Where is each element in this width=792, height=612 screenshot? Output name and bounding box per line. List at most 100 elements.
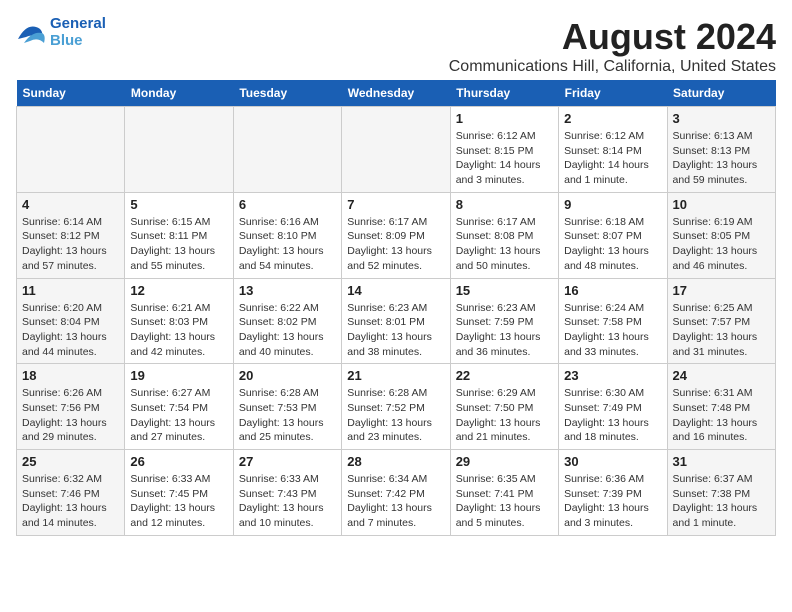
calendar-day-cell: 10 Sunrise: 6:19 AM Sunset: 8:05 PM Dayli… — [667, 192, 775, 278]
calendar-day-cell: 3Sunrise: 6:13 AM Sunset: 8:13 PM Daylig… — [667, 107, 775, 193]
day-info: Sunrise: 6:20 AM Sunset: 8:04 PM Dayligh… — [22, 301, 119, 360]
day-info: Sunrise: 6:28 AM Sunset: 7:52 PM Dayligh… — [347, 386, 444, 445]
day-number: 17 — [673, 283, 770, 298]
day-number: 15 — [456, 283, 553, 298]
day-info: Sunrise: 6:15 AM Sunset: 8:11 PM Dayligh… — [130, 215, 227, 274]
logo-text: General Blue — [50, 16, 106, 49]
calendar-day-header: Monday — [125, 80, 233, 107]
calendar-day-cell: 27 Sunrise: 6:33 AM Sunset: 7:43 PM Dayli… — [233, 450, 341, 536]
calendar-day-cell: 8 Sunrise: 6:17 AM Sunset: 8:08 PM Daylig… — [450, 192, 558, 278]
calendar-title: August 2024 — [16, 16, 776, 58]
calendar-day-cell: 22 Sunrise: 6:29 AM Sunset: 7:50 PM Dayli… — [450, 364, 558, 450]
day-info: Sunrise: 6:35 AM Sunset: 7:41 PM Dayligh… — [456, 472, 553, 531]
logo-icon — [16, 19, 46, 47]
calendar-day-cell: 18Sunrise: 6:26 AM Sunset: 7:56 PM Dayli… — [17, 364, 125, 450]
day-info: Sunrise: 6:36 AM Sunset: 7:39 PM Dayligh… — [564, 472, 661, 531]
calendar-week-row: 18Sunrise: 6:26 AM Sunset: 7:56 PM Dayli… — [17, 364, 776, 450]
calendar-day-cell: 5 Sunrise: 6:15 AM Sunset: 8:11 PM Daylig… — [125, 192, 233, 278]
calendar-week-row: 1 Sunrise: 6:12 AM Sunset: 8:15 PM Daylig… — [17, 107, 776, 193]
day-number: 9 — [564, 197, 661, 212]
day-number: 22 — [456, 368, 553, 383]
day-number: 18 — [22, 368, 119, 383]
day-info: Sunrise: 6:25 AM Sunset: 7:57 PM Dayligh… — [673, 301, 770, 360]
calendar-day-cell: 19 Sunrise: 6:27 AM Sunset: 7:54 PM Dayli… — [125, 364, 233, 450]
calendar-day-header: Saturday — [667, 80, 775, 107]
day-number: 29 — [456, 454, 553, 469]
calendar-day-cell — [17, 107, 125, 193]
calendar-day-cell: 13 Sunrise: 6:22 AM Sunset: 8:02 PM Dayli… — [233, 278, 341, 364]
calendar-day-cell: 15 Sunrise: 6:23 AM Sunset: 7:59 PM Dayli… — [450, 278, 558, 364]
day-number: 8 — [456, 197, 553, 212]
calendar-day-cell: 6 Sunrise: 6:16 AM Sunset: 8:10 PM Daylig… — [233, 192, 341, 278]
calendar-day-cell: 2Sunrise: 6:12 AM Sunset: 8:14 PM Daylig… — [559, 107, 667, 193]
day-info: Sunrise: 6:23 AM Sunset: 7:59 PM Dayligh… — [456, 301, 553, 360]
day-number: 11 — [22, 283, 119, 298]
day-info: Sunrise: 6:21 AM Sunset: 8:03 PM Dayligh… — [130, 301, 227, 360]
day-number: 20 — [239, 368, 336, 383]
day-info: Sunrise: 6:34 AM Sunset: 7:42 PM Dayligh… — [347, 472, 444, 531]
day-number: 5 — [130, 197, 227, 212]
calendar-day-cell — [342, 107, 450, 193]
day-info: Sunrise: 6:24 AM Sunset: 7:58 PM Dayligh… — [564, 301, 661, 360]
day-number: 23 — [564, 368, 661, 383]
day-number: 27 — [239, 454, 336, 469]
day-info: Sunrise: 6:18 AM Sunset: 8:07 PM Dayligh… — [564, 215, 661, 274]
calendar-day-cell: 12 Sunrise: 6:21 AM Sunset: 8:03 PM Dayli… — [125, 278, 233, 364]
day-number: 25 — [22, 454, 119, 469]
day-info: Sunrise: 6:16 AM Sunset: 8:10 PM Dayligh… — [239, 215, 336, 274]
day-number: 19 — [130, 368, 227, 383]
day-info: Sunrise: 6:19 AM Sunset: 8:05 PM Dayligh… — [673, 215, 770, 274]
calendar-day-cell: 14Sunrise: 6:23 AM Sunset: 8:01 PM Dayli… — [342, 278, 450, 364]
day-number: 28 — [347, 454, 444, 469]
day-number: 1 — [456, 111, 553, 126]
day-info: Sunrise: 6:12 AM Sunset: 8:15 PM Dayligh… — [456, 129, 553, 188]
page-header: August 2024 Communications Hill, Califor… — [16, 16, 776, 76]
calendar-header-row: SundayMondayTuesdayWednesdayThursdayFrid… — [17, 80, 776, 107]
day-number: 24 — [673, 368, 770, 383]
calendar-day-cell: 9 Sunrise: 6:18 AM Sunset: 8:07 PM Daylig… — [559, 192, 667, 278]
day-number: 21 — [347, 368, 444, 383]
day-info: Sunrise: 6:14 AM Sunset: 8:12 PM Dayligh… — [22, 215, 119, 274]
calendar-day-header: Thursday — [450, 80, 558, 107]
day-info: Sunrise: 6:31 AM Sunset: 7:48 PM Dayligh… — [673, 386, 770, 445]
calendar-week-row: 11 Sunrise: 6:20 AM Sunset: 8:04 PM Dayli… — [17, 278, 776, 364]
calendar-day-cell: 16 Sunrise: 6:24 AM Sunset: 7:58 PM Dayli… — [559, 278, 667, 364]
day-info: Sunrise: 6:33 AM Sunset: 7:43 PM Dayligh… — [239, 472, 336, 531]
calendar-day-cell: 7 Sunrise: 6:17 AM Sunset: 8:09 PM Daylig… — [342, 192, 450, 278]
calendar-day-cell: 23 Sunrise: 6:30 AM Sunset: 7:49 PM Dayli… — [559, 364, 667, 450]
calendar-day-cell: 20Sunrise: 6:28 AM Sunset: 7:53 PM Dayli… — [233, 364, 341, 450]
calendar-day-header: Tuesday — [233, 80, 341, 107]
day-info: Sunrise: 6:23 AM Sunset: 8:01 PM Dayligh… — [347, 301, 444, 360]
day-info: Sunrise: 6:27 AM Sunset: 7:54 PM Dayligh… — [130, 386, 227, 445]
day-info: Sunrise: 6:29 AM Sunset: 7:50 PM Dayligh… — [456, 386, 553, 445]
day-number: 30 — [564, 454, 661, 469]
calendar-day-cell: 31 Sunrise: 6:37 AM Sunset: 7:38 PM Dayli… — [667, 450, 775, 536]
day-info: Sunrise: 6:32 AM Sunset: 7:46 PM Dayligh… — [22, 472, 119, 531]
day-number: 16 — [564, 283, 661, 298]
calendar-day-cell: 29 Sunrise: 6:35 AM Sunset: 7:41 PM Dayli… — [450, 450, 558, 536]
day-number: 12 — [130, 283, 227, 298]
day-number: 6 — [239, 197, 336, 212]
day-info: Sunrise: 6:30 AM Sunset: 7:49 PM Dayligh… — [564, 386, 661, 445]
calendar-day-cell: 17 Sunrise: 6:25 AM Sunset: 7:57 PM Dayli… — [667, 278, 775, 364]
calendar-day-cell: 21 Sunrise: 6:28 AM Sunset: 7:52 PM Dayli… — [342, 364, 450, 450]
calendar-day-header: Sunday — [17, 80, 125, 107]
calendar-day-cell: 30 Sunrise: 6:36 AM Sunset: 7:39 PM Dayli… — [559, 450, 667, 536]
day-info: Sunrise: 6:33 AM Sunset: 7:45 PM Dayligh… — [130, 472, 227, 531]
day-number: 13 — [239, 283, 336, 298]
day-number: 26 — [130, 454, 227, 469]
day-number: 7 — [347, 197, 444, 212]
day-info: Sunrise: 6:13 AM Sunset: 8:13 PM Dayligh… — [673, 129, 770, 188]
day-info: Sunrise: 6:37 AM Sunset: 7:38 PM Dayligh… — [673, 472, 770, 531]
day-info: Sunrise: 6:22 AM Sunset: 8:02 PM Dayligh… — [239, 301, 336, 360]
calendar-day-cell: 11 Sunrise: 6:20 AM Sunset: 8:04 PM Dayli… — [17, 278, 125, 364]
day-info: Sunrise: 6:17 AM Sunset: 8:09 PM Dayligh… — [347, 215, 444, 274]
calendar-day-header: Friday — [559, 80, 667, 107]
day-info: Sunrise: 6:17 AM Sunset: 8:08 PM Dayligh… — [456, 215, 553, 274]
day-number: 31 — [673, 454, 770, 469]
calendar-day-cell: 1 Sunrise: 6:12 AM Sunset: 8:15 PM Daylig… — [450, 107, 558, 193]
calendar-table: SundayMondayTuesdayWednesdayThursdayFrid… — [16, 80, 776, 536]
calendar-day-header: Wednesday — [342, 80, 450, 107]
calendar-day-cell: 24 Sunrise: 6:31 AM Sunset: 7:48 PM Dayli… — [667, 364, 775, 450]
day-number: 10 — [673, 197, 770, 212]
